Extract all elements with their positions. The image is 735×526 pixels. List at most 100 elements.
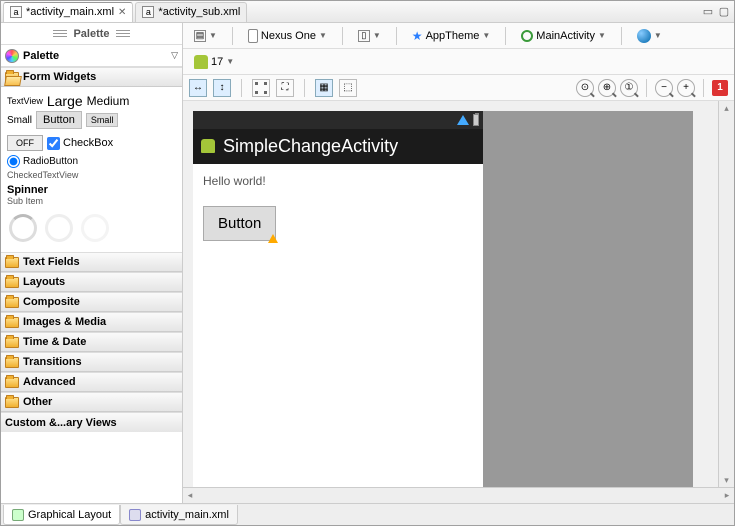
folder-icon [5,257,19,268]
scroll-down-icon[interactable]: ▾ [720,473,734,487]
bounds-toggle[interactable]: ⛶ [276,79,294,97]
distribute-button[interactable]: ⬚ [339,79,357,97]
phone-icon [248,29,258,43]
xml-tab-icon [129,509,141,521]
activity-icon [521,30,533,42]
section-other[interactable]: Other [1,392,182,412]
zoom-in-button[interactable]: + [677,79,695,97]
layout-editor: ▤▼ Nexus One▼ ▯▼ ★AppTheme▼ MainActivity… [183,23,734,503]
scroll-right-icon[interactable]: ▸ [720,489,734,503]
vfill-button[interactable]: ↕ [213,79,231,97]
large-text[interactable]: Large [47,93,83,109]
checkedtextview-widget[interactable]: CheckedTextView [7,170,176,180]
source-tab[interactable]: activity_main.xml [120,505,238,525]
palette-header: Palette [1,23,182,45]
section-layouts[interactable]: Layouts [1,272,182,292]
minimize-button[interactable]: ▭ [700,5,716,19]
device-dropdown[interactable]: Nexus One▼ [243,26,332,46]
app-icon [201,139,215,153]
progress-widgets[interactable] [7,210,176,248]
radio-input[interactable] [7,155,20,168]
design-toolbar: ↔ ↕ ⛶ ▦ ⬚ ⊙ ⊕ ① − + 1 [183,75,734,101]
folder-icon [5,337,19,348]
horizontal-scrollbar[interactable]: ◂ ▸ [183,487,734,503]
star-icon: ★ [412,29,423,43]
medium-text[interactable]: Medium [87,94,130,108]
vertical-scrollbar[interactable]: ▴ ▾ [718,101,734,487]
hello-textview[interactable]: Hello world! [203,174,473,188]
textview-label[interactable]: TextView [7,96,43,106]
section-advanced[interactable]: Advanced [1,372,182,392]
android-icon [194,55,208,69]
radio-widget[interactable]: RadioButton [7,155,78,168]
scroll-left-icon[interactable]: ◂ [183,489,197,503]
android-action-bar: SimpleChangeActivity [193,129,483,164]
grid-toggle[interactable] [252,79,270,97]
button-widget[interactable]: Button [36,111,82,129]
small-text[interactable]: Small [7,115,32,126]
layout-tab-icon [12,509,24,521]
editor-tab-bar: a *activity_main.xml ✕ a *activity_sub.x… [1,1,734,23]
api-dropdown[interactable]: 17▼ [189,52,239,72]
checkbox-input[interactable] [47,137,60,150]
error-badge[interactable]: 1 [712,80,728,96]
progress-ring-icon [45,214,73,242]
zoom-100-button[interactable]: ① [620,79,638,97]
palette-icon [5,49,19,63]
orientation-icon: ▯ [358,30,370,42]
locale-dropdown[interactable]: ▼ [632,26,667,46]
folder-icon [5,397,19,408]
chevron-down-icon[interactable]: ▽ [171,50,178,61]
maximize-button[interactable]: ▢ [716,5,732,19]
xml-file-icon: a [142,6,154,18]
folder-icon [5,317,19,328]
design-canvas[interactable]: SimpleChangeActivity Hello world! Button… [183,101,734,487]
section-custom-views[interactable]: Custom &...ary Views [1,412,182,432]
scroll-up-icon[interactable]: ▴ [720,101,734,115]
palette-sidebar: Palette Palette ▽ Form Widgets TextView … [1,23,183,503]
hfill-button[interactable]: ↔ [189,79,207,97]
bottom-tab-bar: Graphical Layout activity_main.xml [1,503,734,525]
app-body[interactable]: Hello world! Button [193,164,483,487]
theme-dropdown[interactable]: ★AppTheme▼ [407,26,496,46]
section-images-media[interactable]: Images & Media [1,312,182,332]
toggle-off-widget[interactable]: OFF [7,135,43,151]
tab-label: *activity_sub.xml [158,6,240,18]
folder-icon [5,277,19,288]
device-preview: SimpleChangeActivity Hello world! Button [193,111,483,487]
checkbox-widget[interactable]: CheckBox [47,137,113,150]
graphical-layout-tab[interactable]: Graphical Layout [3,505,120,525]
activity-dropdown[interactable]: MainActivity▼ [516,26,611,46]
section-composite[interactable]: Composite [1,292,182,312]
close-icon[interactable]: ✕ [118,7,126,18]
section-label: Form Widgets [23,71,96,83]
zoom-fit-button[interactable]: ⊙ [576,79,594,97]
small-button-widget[interactable]: Small [86,113,119,127]
layout-icon: ▤ [194,30,206,42]
tab-activity-sub[interactable]: a *activity_sub.xml [135,2,247,22]
align-button[interactable]: ▦ [315,79,333,97]
zoom-reset-button[interactable]: ⊕ [598,79,616,97]
section-time-date[interactable]: Time & Date [1,332,182,352]
palette-title: Palette [23,50,171,62]
config-toolbar: ▤▼ Nexus One▼ ▯▼ ★AppTheme▼ MainActivity… [183,23,734,49]
activity-title: SimpleChangeActivity [223,136,398,157]
spinner-widget[interactable]: Spinner Sub Item [7,184,176,206]
globe-icon [637,29,651,43]
zoom-out-button[interactable]: − [655,79,673,97]
folder-open-icon [5,72,19,83]
section-text-fields[interactable]: Text Fields [1,252,182,272]
wifi-icon [457,115,469,125]
config-dropdown[interactable]: ▤▼ [189,26,222,46]
progress-ring-icon [9,214,37,242]
api-toolbar: 17▼ [183,49,734,75]
folder-icon [5,297,19,308]
tab-label: *activity_main.xml [26,6,114,18]
section-transitions[interactable]: Transitions [1,352,182,372]
preview-button[interactable]: Button [203,206,276,241]
tab-activity-main[interactable]: a *activity_main.xml ✕ [3,2,133,22]
battery-icon [473,114,479,126]
section-form-widgets[interactable]: Form Widgets [1,67,182,87]
palette-title-row[interactable]: Palette ▽ [1,45,182,67]
orientation-dropdown[interactable]: ▯▼ [353,26,386,46]
